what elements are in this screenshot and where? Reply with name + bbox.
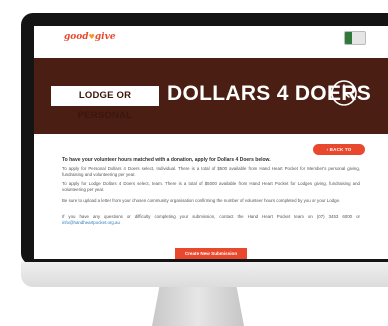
monitor-stand [152, 287, 244, 326]
contact-text: If you have any questions or difficulty … [62, 214, 360, 219]
logo-text-right: give [94, 32, 116, 42]
good2give-logo[interactable]: good♥give [64, 32, 116, 42]
upload-info-paragraph: Be sure to upload a letter from your cho… [62, 198, 341, 203]
create-submission-button[interactable]: Create New Submission [175, 248, 247, 259]
logo-text-left: good [64, 32, 89, 42]
site-header: good♥give [34, 26, 388, 50]
lodge-info-paragraph: To apply for Lodge Dollars 4 Doers selec… [62, 181, 360, 193]
back-to-charities-button[interactable]: ‹ BACK TO CHARITIES [313, 144, 365, 163]
intro-text: To have your volunteer hours matched wit… [62, 157, 271, 163]
screen: good♥give LODGE OR PERSONAL DOLLARS 4 DO… [34, 26, 388, 259]
personal-info-paragraph: To apply for Personal Dollars 4 Doers se… [62, 166, 360, 178]
contact-paragraph: If you have any questions or difficulty … [62, 214, 360, 227]
hero-banner: LODGE OR PERSONAL DOLLARS 4 DOERS [34, 58, 388, 134]
partner-badge-icon [344, 31, 366, 45]
email-link[interactable]: info@handheartpocket.org.au [62, 220, 120, 225]
monitor-chin [21, 262, 388, 287]
hero-badge: LODGE OR PERSONAL [51, 86, 159, 121]
clock-icon [331, 80, 357, 106]
main-content: ‹ BACK TO CHARITIES To have your volunte… [34, 134, 388, 259]
